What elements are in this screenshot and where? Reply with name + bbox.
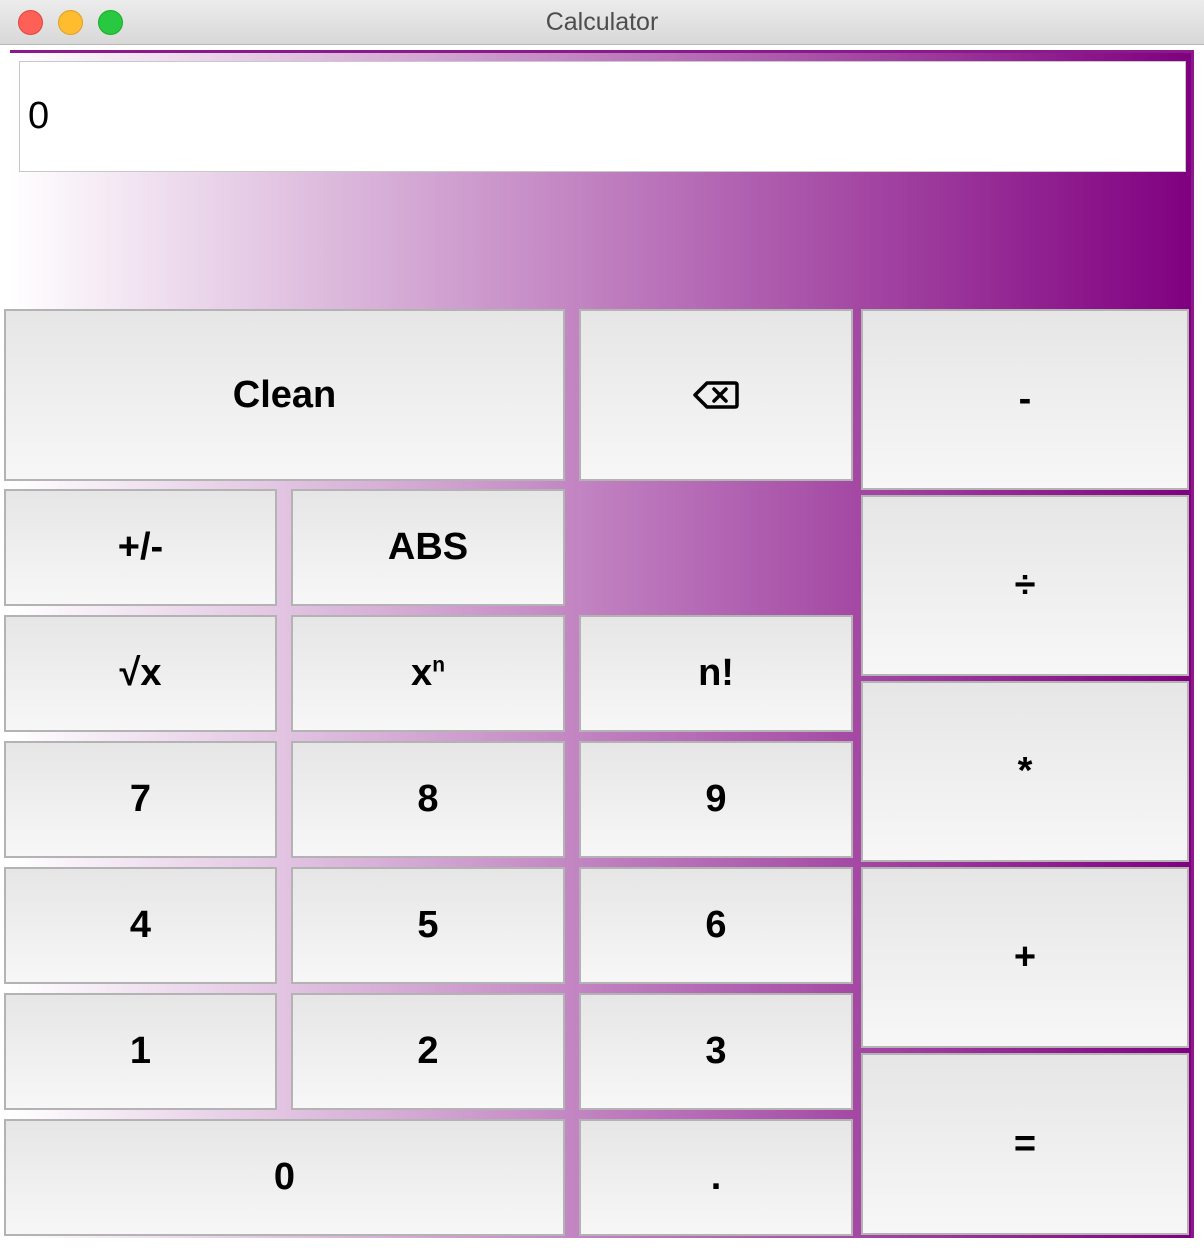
digit-5-label: 5 [417, 904, 439, 946]
digit-1-button[interactable]: 1 [4, 993, 277, 1110]
minus-button[interactable]: - [861, 309, 1189, 490]
window-title: Calculator [545, 8, 659, 36]
factorial-button-label: n! [698, 652, 734, 694]
power-button-label: xn [411, 652, 445, 695]
digit-7-label: 7 [129, 778, 152, 820]
minus-button-label: - [1018, 378, 1032, 420]
decimal-button[interactable]: . [579, 1119, 853, 1236]
calculator-window: Calculator 0 Clean - +/- ABS ÷ √x xn n! [0, 0, 1204, 1248]
equals-button[interactable]: = [861, 1053, 1189, 1235]
digit-0-label: 0 [273, 1156, 296, 1198]
digit-5-button[interactable]: 5 [291, 867, 565, 984]
backspace-icon [693, 380, 739, 410]
digit-9-label: 9 [705, 778, 727, 820]
power-exponent: n [432, 653, 445, 677]
result-display[interactable]: 0 [19, 61, 1186, 172]
digit-3-label: 3 [705, 1030, 727, 1072]
digit-8-button[interactable]: 8 [291, 741, 565, 858]
equals-button-label: = [1013, 1122, 1037, 1165]
plus-button[interactable]: + [861, 867, 1189, 1048]
factorial-button[interactable]: n! [579, 615, 853, 732]
digit-3-button[interactable]: 3 [579, 993, 853, 1110]
abs-button[interactable]: ABS [291, 489, 565, 606]
clean-button[interactable]: Clean [4, 309, 565, 481]
power-button[interactable]: xn [291, 615, 565, 732]
digit-2-button[interactable]: 2 [291, 993, 565, 1110]
digit-0-button[interactable]: 0 [4, 1119, 565, 1236]
digit-9-button[interactable]: 9 [579, 741, 853, 858]
multiply-button-label: * [1017, 750, 1033, 792]
clean-button-label: Clean [232, 373, 337, 416]
divide-button[interactable]: ÷ [861, 495, 1189, 676]
digit-4-button[interactable]: 4 [4, 867, 277, 984]
title-bar: Calculator [0, 0, 1204, 45]
divide-button-label: ÷ [1014, 564, 1036, 606]
abs-button-label: ABS [387, 526, 469, 568]
digit-2-label: 2 [417, 1030, 439, 1072]
digit-6-label: 6 [705, 904, 727, 946]
sqrt-button-label: √x [119, 652, 162, 694]
plus-minus-button-label: +/- [117, 526, 164, 568]
sqrt-button[interactable]: √x [4, 615, 277, 732]
digit-8-label: 8 [417, 778, 439, 820]
digit-7-button[interactable]: 7 [4, 741, 277, 858]
power-base: x [411, 652, 433, 694]
digit-4-label: 4 [129, 904, 152, 946]
plus-button-label: + [1013, 936, 1037, 978]
multiply-button[interactable]: * [861, 681, 1189, 862]
plus-minus-button[interactable]: +/- [4, 489, 277, 606]
digit-6-button[interactable]: 6 [579, 867, 853, 984]
backspace-button[interactable] [579, 309, 853, 481]
decimal-button-label: . [710, 1156, 722, 1198]
digit-1-label: 1 [129, 1030, 152, 1072]
